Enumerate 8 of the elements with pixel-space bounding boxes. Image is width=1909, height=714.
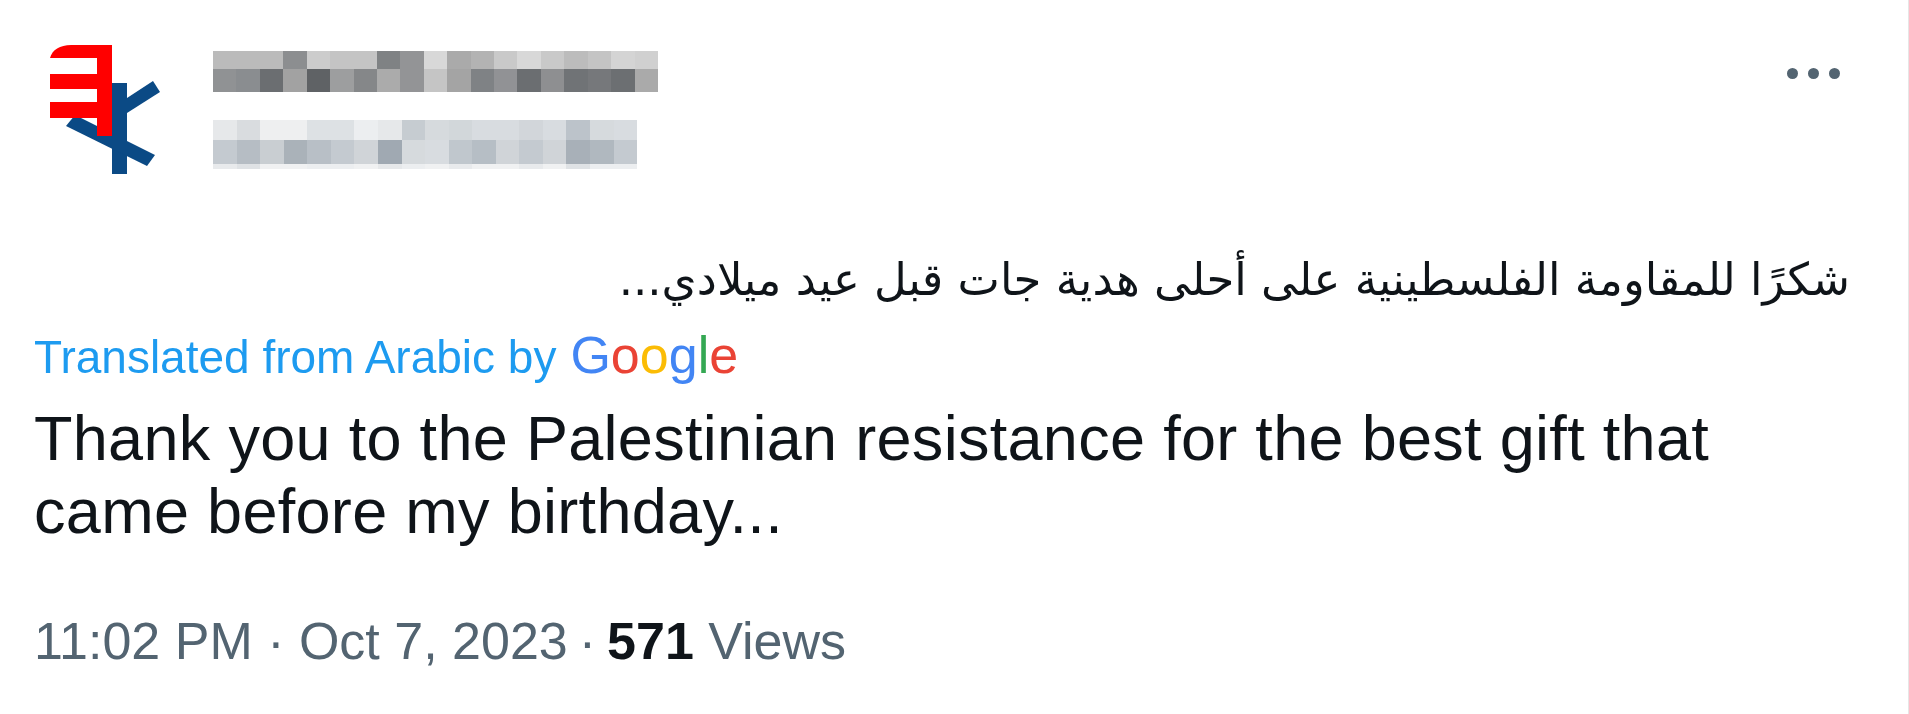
more-button[interactable] (1787, 68, 1840, 79)
views-count: 571 Views (607, 611, 847, 672)
separator-dot: · (578, 611, 597, 672)
tweet-original-text: شكرًا للمقاومة الفلسطينية على أحلى هدية جات قبل عيد ميلادي... (34, 248, 1850, 312)
more-icon (1787, 68, 1840, 79)
provider-logo: Google (570, 327, 739, 383)
timestamp-link[interactable]: 11:02 PM · Oct 7, 2023 (34, 610, 568, 672)
translated-text: Thank you to the Palestinian resistance for the best gift that came before my birthday... (34, 402, 1711, 548)
